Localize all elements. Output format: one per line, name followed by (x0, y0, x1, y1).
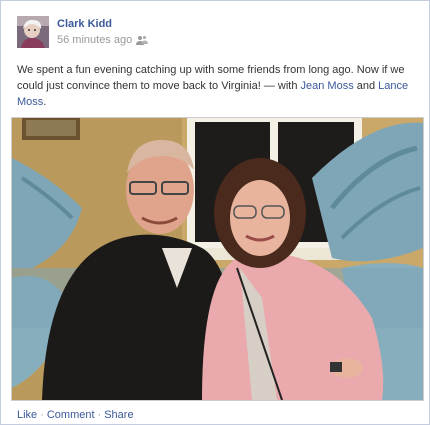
post-photo[interactable] (11, 117, 424, 401)
post-timestamp[interactable]: 56 minutes ago (57, 34, 132, 46)
friends-icon[interactable] (136, 35, 149, 45)
share-link[interactable]: Share (104, 409, 133, 421)
couple-photo-image (12, 118, 423, 400)
tagged-person-link[interactable]: Jean Moss (301, 80, 354, 92)
author-name-link[interactable]: Clark Kidd (57, 18, 112, 30)
post-message: We spent a fun evening catching up with … (17, 62, 415, 110)
post-message-connector: and (353, 80, 379, 92)
action-separator: · (97, 409, 102, 421)
post-meta: 56 minutes ago (57, 34, 149, 46)
avatar-photo (17, 16, 49, 48)
post-message-end: . (43, 96, 47, 108)
author-avatar[interactable] (17, 16, 49, 48)
post-actions: Like · Comment · Share (17, 409, 134, 421)
like-link[interactable]: Like (17, 409, 37, 421)
news-feed-post: Clark Kidd 56 minutes ago We spent a fun… (0, 0, 430, 425)
comment-link[interactable]: Comment (47, 409, 95, 421)
action-separator: · (40, 409, 44, 421)
